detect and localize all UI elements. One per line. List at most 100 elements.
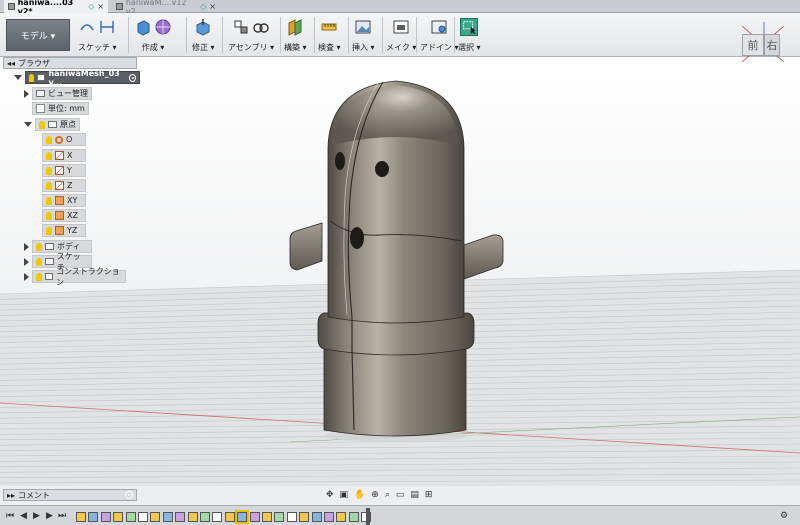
visibility-bulb-icon[interactable] <box>46 226 52 235</box>
timeline-feature-icon[interactable] <box>162 512 173 522</box>
tree-row-units[interactable]: 単位: mm <box>32 102 89 115</box>
visibility-bulb-icon[interactable] <box>46 211 52 220</box>
timeline-feature-icon[interactable] <box>100 512 111 522</box>
visibility-bulb-icon[interactable] <box>46 181 52 190</box>
toolbar-group-make[interactable]: メイク ▾ <box>386 15 416 55</box>
timeline-feature-icon[interactable] <box>324 512 334 522</box>
tree-row-xz-plane[interactable]: XZ <box>42 209 86 222</box>
expand-arrow-icon[interactable] <box>24 122 32 127</box>
timeline-feature-icon[interactable] <box>125 512 136 522</box>
toolbar-group-insert[interactable]: 挿入 ▾ <box>352 15 375 55</box>
collapse-arrows-icon[interactable]: ◂◂ <box>7 59 15 68</box>
timeline-feature-icon[interactable] <box>88 512 99 522</box>
joint-icon[interactable] <box>252 18 270 36</box>
comments-panel[interactable]: ▸▸ コメント <box>3 489 137 501</box>
orbit-icon[interactable]: ✥ <box>326 490 334 500</box>
display-settings-icon[interactable]: ▭ <box>396 490 405 500</box>
workspace-selector-button[interactable]: モデル ▾ <box>6 19 70 51</box>
tree-row-xy-plane[interactable]: XY <box>42 194 86 207</box>
expand-arrow-icon[interactable] <box>24 242 29 251</box>
insert-image-icon[interactable] <box>354 18 372 36</box>
timeline-feature-icon[interactable] <box>249 512 260 522</box>
timeline-feature-icon[interactable] <box>76 512 86 522</box>
document-tab[interactable]: haniwaM....v12 v2 ◇ × <box>112 0 220 16</box>
timeline-feature-icon[interactable] <box>235 510 250 524</box>
offset-plane-icon[interactable] <box>286 18 304 36</box>
visibility-bulb-icon[interactable] <box>46 151 52 160</box>
timeline-feature-icon[interactable] <box>348 512 359 522</box>
go-to-start-icon[interactable]: ⏮ <box>6 511 14 521</box>
toolbar-group-addins[interactable]: アドイン ▾ <box>420 15 459 55</box>
mesh-sphere-icon[interactable] <box>154 18 172 36</box>
tree-row-root[interactable]: haniwaMesh_03 v... <box>14 69 140 87</box>
expand-arrow-icon[interactable] <box>24 257 29 266</box>
timeline-feature-icon[interactable] <box>175 512 186 522</box>
step-back-icon[interactable]: ◀ <box>20 511 27 521</box>
tree-row-origin[interactable]: 原点 <box>24 118 80 131</box>
timeline-feature-icon[interactable] <box>262 512 272 522</box>
visibility-bulb-icon[interactable] <box>39 120 45 129</box>
scripts-addins-icon[interactable] <box>430 18 448 36</box>
visibility-bulb-icon[interactable] <box>46 135 52 144</box>
timeline-feature-icon[interactable] <box>200 512 210 522</box>
tree-row-origin-point[interactable]: O <box>42 133 86 146</box>
timeline-feature-icon[interactable] <box>336 512 347 522</box>
activate-target-icon[interactable] <box>128 73 136 82</box>
pan-hand-icon[interactable]: ✋ <box>354 490 365 500</box>
new-component-icon[interactable] <box>232 18 250 36</box>
press-pull-icon[interactable] <box>194 18 212 36</box>
timeline-feature-icon[interactable] <box>311 512 322 522</box>
timeline-feature-icon[interactable] <box>138 512 148 522</box>
timeline-feature-icon[interactable] <box>113 512 124 522</box>
browser-header[interactable]: ◂◂ ブラウザ <box>3 57 137 69</box>
grid-settings-icon[interactable]: ▤ <box>410 490 419 500</box>
visibility-bulb-icon[interactable] <box>46 166 52 175</box>
step-forward-icon[interactable]: ▶ <box>46 511 53 521</box>
look-at-icon[interactable]: ▣ <box>340 490 349 500</box>
expand-arrow-icon[interactable] <box>24 272 29 281</box>
toolbar-group-sketch[interactable]: スケッチ ▾ <box>78 15 117 55</box>
expand-arrow-icon[interactable] <box>14 75 22 80</box>
document-tab-active[interactable]: haniwa....03 v2* ◇ × <box>4 0 108 16</box>
close-icon[interactable]: × <box>209 2 216 11</box>
select-cursor-icon[interactable] <box>460 18 479 36</box>
3d-print-icon[interactable] <box>392 18 410 36</box>
fit-icon[interactable]: ⌕ <box>385 490 390 500</box>
timeline-marker[interactable] <box>366 508 370 525</box>
view-cube-right-face[interactable]: 右 <box>764 34 780 56</box>
timeline-feature-icon[interactable] <box>187 512 198 522</box>
visibility-bulb-icon[interactable] <box>46 196 52 205</box>
view-cube[interactable]: 前 右 <box>738 22 788 66</box>
visibility-bulb-icon[interactable] <box>36 272 42 281</box>
add-comment-icon[interactable] <box>125 491 133 499</box>
timeline-settings-gear-icon[interactable]: ⚙ <box>780 511 788 521</box>
timeline-feature-icon[interactable] <box>286 512 297 522</box>
dimension-icon[interactable] <box>98 18 116 36</box>
visibility-bulb-icon[interactable] <box>36 242 42 251</box>
tree-row-z-axis[interactable]: Z <box>42 179 86 192</box>
measure-icon[interactable] <box>320 18 338 36</box>
toolbar-group-construct[interactable]: 構築 ▾ <box>284 15 307 55</box>
go-to-end-icon[interactable]: ⏭ <box>58 511 66 521</box>
toolbar-group-select[interactable]: 選択 ▾ <box>458 15 481 55</box>
toolbar-group-inspect[interactable]: 検査 ▾ <box>318 15 341 55</box>
visibility-bulb-icon[interactable] <box>29 73 35 82</box>
timeline-feature-icon[interactable] <box>274 512 285 522</box>
expand-arrows-icon[interactable]: ▸▸ <box>7 491 15 500</box>
line-sketch-icon[interactable] <box>78 18 96 36</box>
timeline-feature-icon[interactable] <box>150 512 161 522</box>
timeline-feature-icon[interactable] <box>299 512 310 522</box>
viewports-icon[interactable]: ⊞ <box>425 490 433 500</box>
tree-row-yz-plane[interactable]: YZ <box>42 224 86 237</box>
tree-row-views[interactable]: ビュー管理 <box>24 87 92 100</box>
timeline-feature-icon[interactable] <box>224 512 235 522</box>
play-icon[interactable]: ▶ <box>33 511 40 521</box>
view-cube-front-face[interactable]: 前 <box>742 34 764 56</box>
timeline-feature-icon[interactable] <box>212 512 223 522</box>
zoom-icon[interactable]: ⊕ <box>371 490 379 500</box>
tree-row-x-axis[interactable]: X <box>42 149 86 162</box>
toolbar-group-assemble[interactable]: アセンブリ ▾ <box>228 15 274 55</box>
close-icon[interactable]: × <box>97 2 104 11</box>
tree-row-construction[interactable]: コンストラクション <box>24 267 126 287</box>
extrude-box-icon[interactable] <box>134 18 152 36</box>
